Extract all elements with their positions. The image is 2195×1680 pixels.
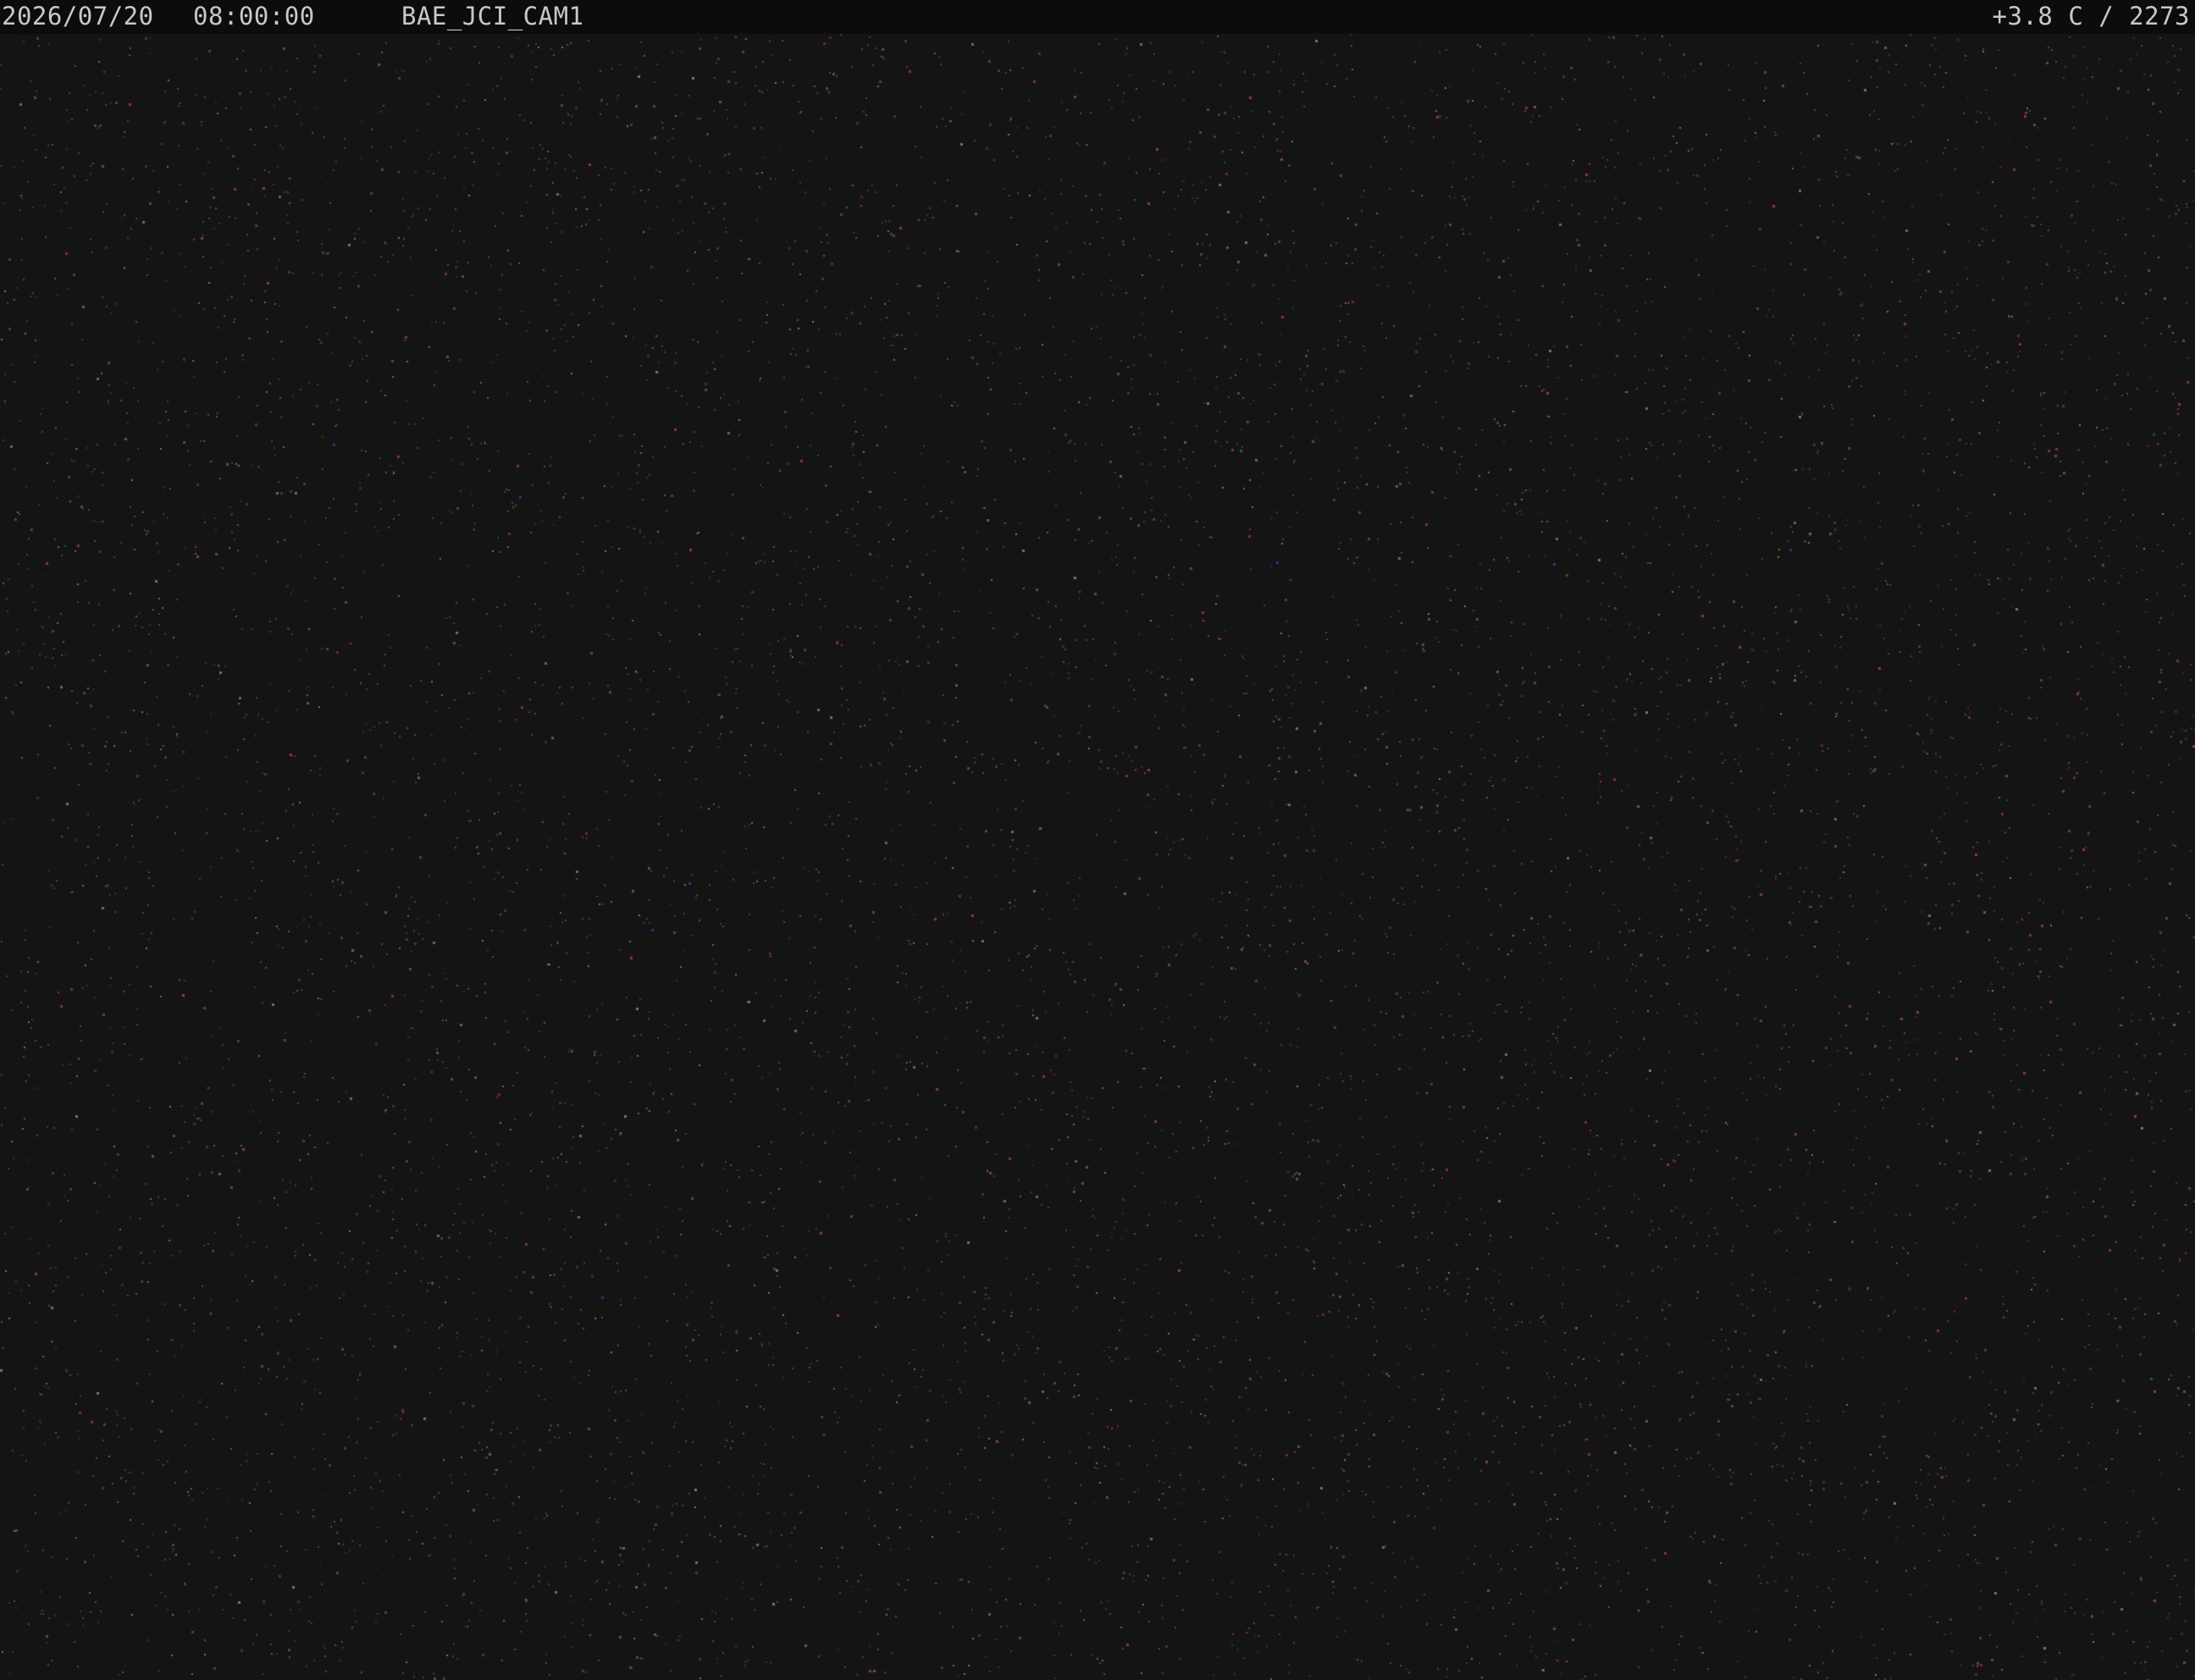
overlay-date: 2026/07/20 — [2, 2, 154, 30]
timestamp-overlay-bar: 2026/07/20 08:00:00 BAE_JCI_CAM1 +3.8 C … — [0, 0, 2195, 34]
overlay-temperature-altitude: +3.8 C / 2273 — [1992, 2, 2190, 30]
camera-frame: 2026/07/20 08:00:00 BAE_JCI_CAM1 +3.8 C … — [0, 0, 2195, 1680]
overlay-time: 08:00:00 — [193, 2, 315, 30]
sensor-noise-image — [0, 34, 2195, 1680]
overlay-camera-name: BAE_JCI_CAM1 — [401, 2, 584, 30]
